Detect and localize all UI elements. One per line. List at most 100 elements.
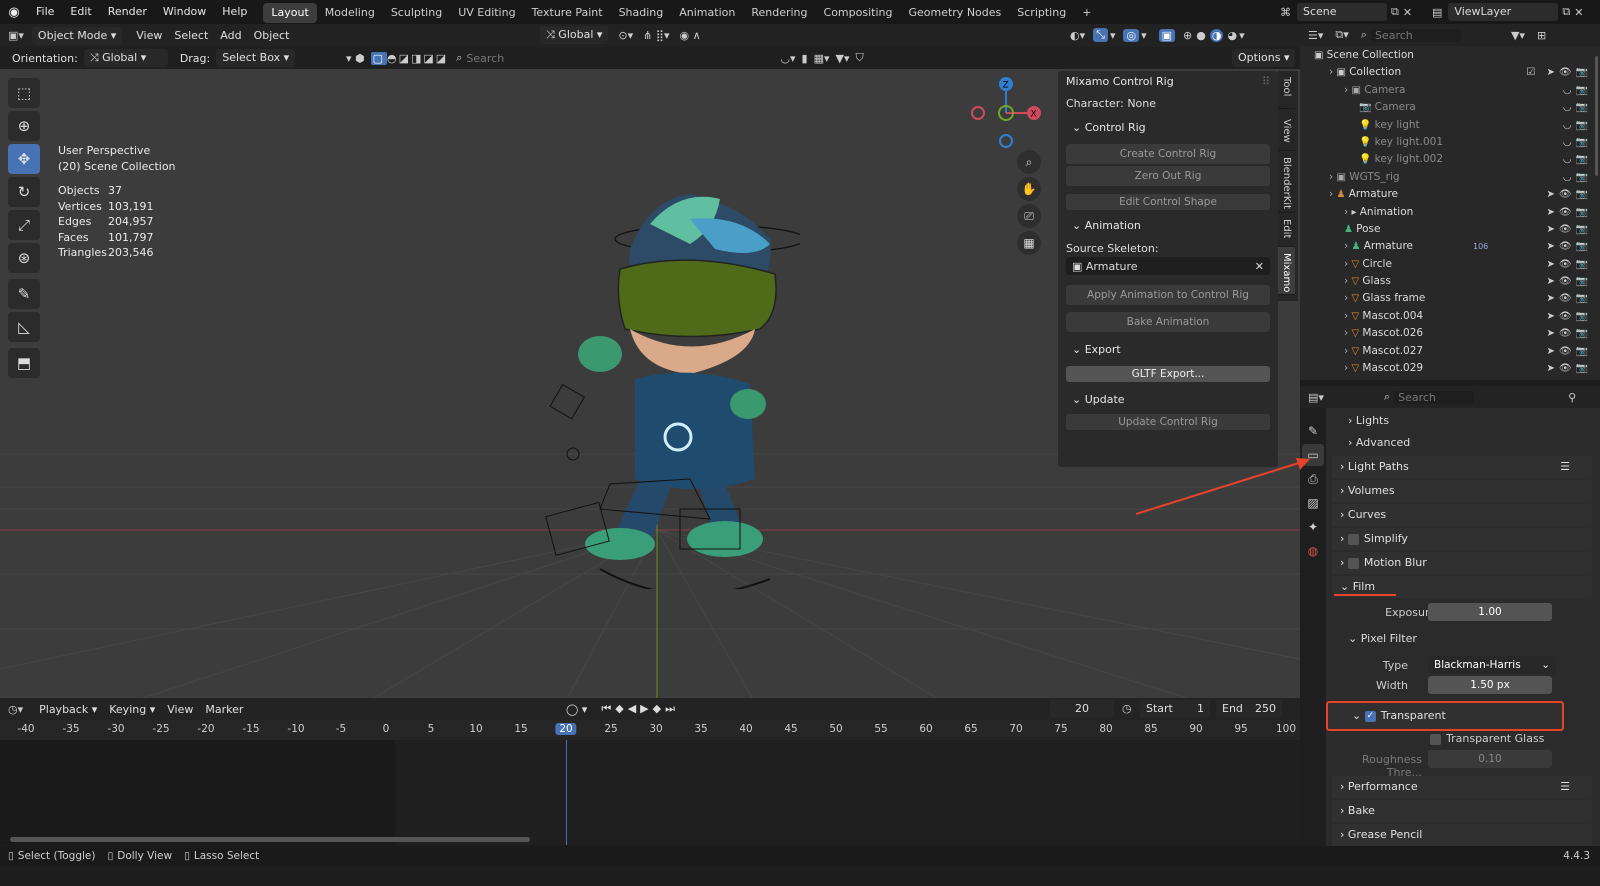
expand-arrow-icon[interactable]: › [1344, 258, 1352, 270]
expand-arrow-icon[interactable]: › [1344, 240, 1352, 252]
visibility-toggle-icons[interactable]: ◡📷 [1563, 117, 1592, 134]
shield-icon[interactable]: ⛉ [855, 51, 863, 65]
transform-orientation-dropdown[interactable]: ⤨ Global ▾ [540, 26, 609, 44]
outliner-row[interactable]: › ▽ Mascot.026 ➤👁📷 [1300, 325, 1600, 342]
section-performance[interactable]: › Performance ☰ [1332, 776, 1592, 798]
tab-scripting[interactable]: Scripting [1009, 3, 1074, 23]
expand-arrow-icon[interactable]: › [1344, 310, 1352, 322]
gizmo-toggle-icon[interactable]: ⤡ [1093, 28, 1108, 42]
menu-playback[interactable]: Playback ▾ [33, 703, 103, 716]
tab-shading[interactable]: Shading [611, 3, 672, 23]
outliner-row[interactable]: 📷 Camera ◡📷 [1300, 99, 1600, 116]
outliner-row[interactable]: › ▣ Collection ☑ ➤👁📷 [1300, 64, 1600, 81]
bookmark-icon[interactable]: ▮ [802, 52, 808, 65]
menu-window[interactable]: Window [155, 0, 214, 24]
blender-logo-icon[interactable]: ◉ [0, 5, 28, 20]
filter-icon[interactable]: ▼▾ [1511, 29, 1525, 42]
outliner-row[interactable]: › ▸ Animation ➤👁📷 [1300, 204, 1600, 221]
section-lights[interactable]: › Lights [1348, 414, 1389, 427]
render-properties-panel[interactable]: › Lights › Advanced › Light Paths ☰ › Vol… [1326, 408, 1600, 846]
menu-file[interactable]: File [28, 0, 62, 24]
gizmo-x-label[interactable]: X [1031, 110, 1037, 120]
select-mode-icons[interactable]: ▢ ◓◪◨◪◪ [370, 51, 449, 65]
section-motion-blur[interactable]: › Motion Blur [1332, 552, 1592, 574]
outliner-item-label[interactable]: key light [1375, 119, 1420, 131]
cursor-tool-icon[interactable]: ⊕ [8, 111, 40, 141]
visibility-toggle-icons[interactable]: ◡📷 [1563, 151, 1592, 168]
outliner-item-label[interactable]: Circle [1362, 258, 1392, 270]
expand-arrow-icon[interactable]: › [1344, 206, 1352, 218]
pin-icon[interactable]: ⚲ [1568, 391, 1576, 404]
scene-field[interactable]: Scene [1297, 3, 1387, 21]
rotate-tool-icon[interactable]: ↻ [8, 177, 40, 207]
outliner-row[interactable]: › ▽ Circle ➤👁📷 [1300, 256, 1600, 273]
select-box-tool-icon[interactable]: ⬚ [8, 78, 40, 108]
expand-arrow-icon[interactable]: › [1344, 84, 1352, 96]
outliner-row[interactable]: 💡 key light ◡📷 [1300, 117, 1600, 134]
expand-arrow-icon[interactable]: › [1329, 171, 1337, 183]
outliner-row[interactable]: › ▣ WGTS_rig ◡📷 [1300, 169, 1600, 186]
expand-arrow-icon[interactable]: › [1344, 345, 1352, 357]
outliner-row[interactable]: › ▽ Glass ➤👁📷 [1300, 273, 1600, 290]
section-curves[interactable]: › Curves [1332, 504, 1592, 526]
tab-mixamo[interactable]: Mixamo [1278, 247, 1295, 295]
start-frame-field[interactable]: Start 1 [1140, 700, 1210, 718]
menu-select[interactable]: Select [168, 29, 214, 42]
expand-arrow-icon[interactable]: › [1344, 275, 1352, 287]
tab-animation[interactable]: Animation [671, 3, 743, 23]
options-button[interactable]: Options ▾ [1232, 49, 1296, 67]
drag-dropdown[interactable]: Select Box ▾ [216, 49, 296, 67]
apply-animation-button[interactable]: Apply Animation to Control Rig [1066, 285, 1270, 305]
menu-marker[interactable]: Marker [199, 703, 249, 716]
exposure-field[interactable]: 1.00 [1428, 603, 1552, 621]
rendered-shading-icon[interactable]: ◕ [1227, 29, 1237, 42]
visibility-toggle-icons[interactable]: ➤👁📷 [1546, 186, 1592, 203]
transform-tool-icon[interactable]: ⊛ [8, 243, 40, 273]
ortho-grid-icon[interactable]: ▦ [1017, 231, 1041, 255]
simplify-checkbox[interactable] [1347, 533, 1359, 545]
pan-hand-icon[interactable]: ✋ [1017, 177, 1041, 201]
view-layer-icon[interactable]: ▤ [1432, 6, 1442, 19]
list-icon[interactable]: ☰ [1560, 776, 1570, 798]
properties-search-input[interactable]: Search [1394, 390, 1475, 404]
outliner-item-label[interactable]: key light.002 [1375, 153, 1443, 165]
outliner-item-label[interactable]: Mascot.004 [1362, 310, 1423, 322]
roughness-field[interactable]: 0.10 [1428, 750, 1552, 768]
move-tool-icon[interactable]: ✥ [8, 144, 40, 174]
overlay-toggle-icon[interactable]: ◎ [1123, 28, 1140, 42]
outliner-item-label[interactable]: Pose [1356, 223, 1380, 235]
menu-help[interactable]: Help [214, 0, 255, 24]
outliner-row[interactable]: › ▣ Camera ◡📷 [1300, 82, 1600, 99]
outliner-row[interactable]: › ▽ Mascot.027 ➤👁📷 [1300, 343, 1600, 360]
transparent-glass-option[interactable]: Transparent Glass [1430, 732, 1544, 745]
record-icon[interactable]: ◯ ▾ [566, 703, 587, 716]
editor-type-icon[interactable]: ▣▾ [4, 29, 28, 42]
filter-dropdown-icon[interactable]: ◡▾ [780, 52, 795, 65]
update-control-rig-button[interactable]: Update Control Rig [1066, 414, 1270, 430]
menu-add[interactable]: Add [214, 29, 247, 42]
menu-view[interactable]: View [130, 29, 168, 42]
animation-section[interactable]: ⌄ Animation [1058, 214, 1278, 238]
outliner-item-label[interactable]: Glass frame [1362, 292, 1425, 304]
create-control-rig-button[interactable]: Create Control Rig [1066, 144, 1270, 164]
outliner-row[interactable]: 💡 key light.002 ◡📷 [1300, 151, 1600, 168]
outliner-item-label[interactable]: Scene Collection [1327, 49, 1414, 61]
visibility-toggle-icons[interactable]: ➤👁📷 [1546, 204, 1592, 221]
outliner-item-label[interactable]: Mascot.026 [1362, 327, 1423, 339]
menu-edit[interactable]: Edit [62, 0, 99, 24]
gltf-export-button[interactable]: GLTF Export... [1066, 366, 1270, 382]
visibility-toggle-icons[interactable]: ➤👁📷 [1546, 325, 1592, 342]
section-simplify[interactable]: › Simplify [1332, 528, 1592, 550]
outliner-item-label[interactable]: Mascot.027 [1362, 345, 1423, 357]
visibility-toggle-icons[interactable]: ➤👁📷 [1546, 273, 1592, 290]
xray-icon[interactable]: ▣ [1158, 28, 1176, 42]
pin-icon[interactable]: ⧉ [1391, 5, 1399, 19]
visibility-toggle-icons[interactable]: ➤👁📷 [1546, 256, 1592, 273]
visibility-toggle-icons[interactable]: ➤👁📷 [1546, 343, 1592, 360]
visibility-toggle-icons[interactable]: ◡📷 [1563, 99, 1592, 116]
outliner-item-label[interactable]: Armature [1349, 188, 1398, 200]
outliner-editor-icon[interactable]: ☰▾ [1308, 29, 1323, 42]
outliner-item-label[interactable]: WGTS_rig [1349, 171, 1399, 183]
wireframe-shading-icon[interactable]: ⊕ [1183, 29, 1192, 42]
viewport-search-input[interactable]: Search [466, 52, 776, 65]
